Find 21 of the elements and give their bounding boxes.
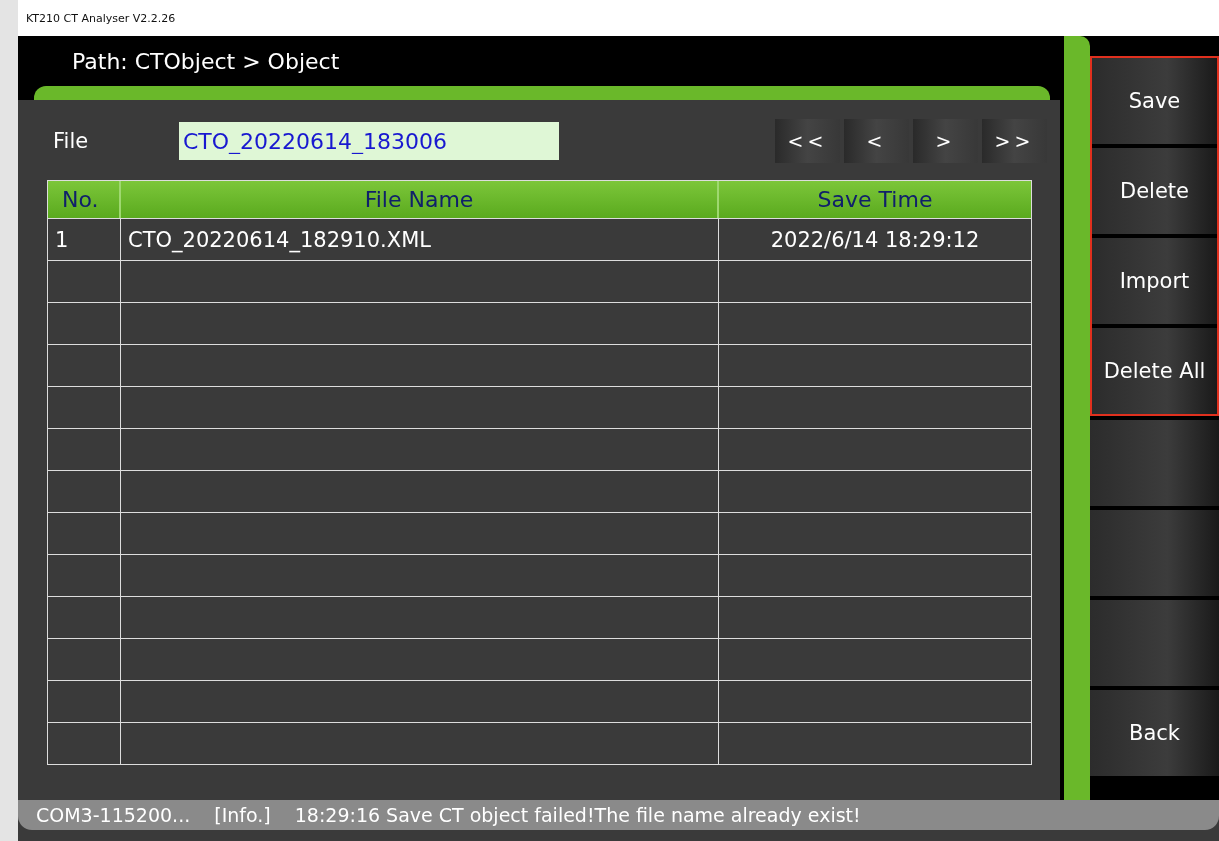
port-status: COM3-115200... xyxy=(36,804,191,826)
table-cell-text: 2022/6/14 18:29:12 xyxy=(769,226,981,254)
blank-side-button[interactable] xyxy=(1090,420,1219,506)
message-level: [Info.] xyxy=(214,804,271,826)
column-header[interactable]: No. xyxy=(48,181,121,218)
side-button[interactable]: Delete xyxy=(1092,148,1217,234)
window-title: KT210 CT Analyser V2.2.26 xyxy=(26,11,176,25)
table-cell: 1 xyxy=(48,219,121,260)
blank-side-button[interactable] xyxy=(1090,510,1219,596)
side-button[interactable]: Import xyxy=(1092,238,1217,324)
blank-side-button[interactable] xyxy=(1090,600,1219,686)
column-header[interactable]: File Name xyxy=(121,181,719,218)
status-message: 18:29:16 Save CT object failed!The file name already exist! xyxy=(294,804,861,826)
side-button[interactable]: Save xyxy=(1092,58,1217,144)
file-name-field[interactable]: CTO_20220614_183006 xyxy=(179,122,559,160)
path-label: Path: CTObject > Object xyxy=(72,48,340,74)
column-header[interactable]: Save Time xyxy=(719,181,1031,218)
table-cell: CTO_20220614_182910.XML xyxy=(121,219,719,260)
side-button[interactable]: Back xyxy=(1090,690,1219,776)
side-button[interactable]: Delete All xyxy=(1092,328,1217,414)
file-label: File xyxy=(52,129,90,153)
